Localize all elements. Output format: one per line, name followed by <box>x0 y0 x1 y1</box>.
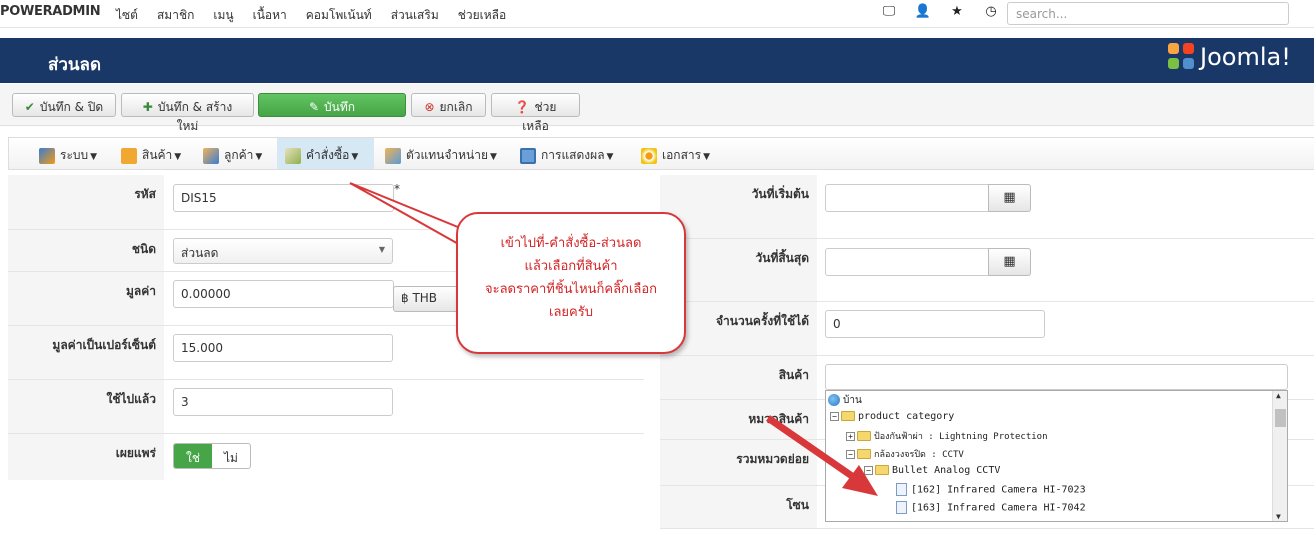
callout-line-4: เลยครับ <box>549 305 593 320</box>
callout-pointer <box>349 182 472 248</box>
red-arrow-shaft <box>766 415 864 486</box>
callout-line-3: จะลดราคาที่ชิ้นไหนก็คลิ๊กเลือก <box>484 282 658 297</box>
callout-line-1: เข้าไปที่-คำสั่งซื้อ-ส่วนลด <box>500 236 642 251</box>
callout-line-2: แล้วเลือกที่สินค้า <box>524 259 618 274</box>
annotation-callout: เข้าไปที่-คำสั่งซื้อ-ส่วนลด แล้วเลือกที่… <box>456 212 686 354</box>
